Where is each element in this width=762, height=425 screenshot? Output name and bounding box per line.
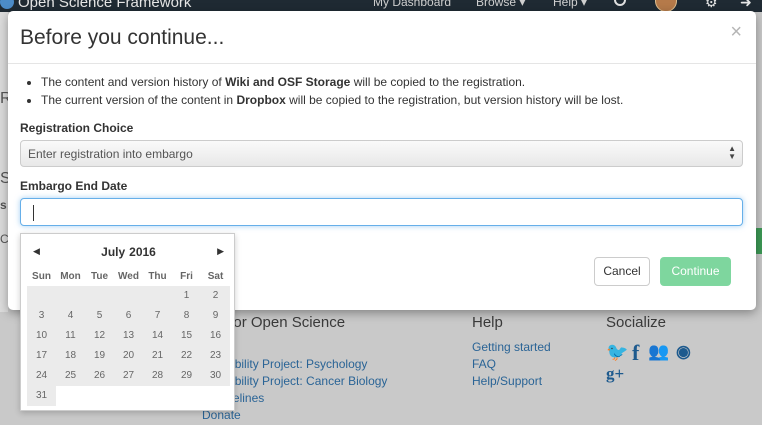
nav-browse[interactable]: Browse ▾ <box>476 0 525 9</box>
osf-logo-icon[interactable] <box>0 0 14 9</box>
datepicker-month-year: July 2016 <box>21 245 236 259</box>
calendar-day[interactable]: 28 <box>143 366 172 386</box>
calendar-day[interactable]: 24 <box>27 366 56 386</box>
footer-help-title: Help <box>472 314 503 331</box>
calendar-day[interactable]: 8 <box>172 306 201 326</box>
group-icon[interactable]: 👥 <box>648 342 669 362</box>
calendar-blank <box>56 386 85 406</box>
weekday-label: Thu <box>148 271 167 282</box>
calendar-day[interactable]: 26 <box>85 366 114 386</box>
calendar-day[interactable]: 9 <box>201 306 230 326</box>
nav-my-dashboard[interactable]: My Dashboard <box>373 0 451 9</box>
next-month-icon[interactable]: ▶ <box>217 246 224 257</box>
calendar-day[interactable]: 27 <box>114 366 143 386</box>
calendar-day[interactable]: 7 <box>143 306 172 326</box>
calendar-empty-cell <box>143 286 172 306</box>
github-icon[interactable]: ◉ <box>676 342 691 362</box>
calendar-day[interactable]: 10 <box>27 326 56 346</box>
weekday-label: Wed <box>118 271 139 282</box>
close-icon[interactable]: × <box>730 21 742 44</box>
calendar-day[interactable]: 21 <box>143 346 172 366</box>
embargo-end-date-input[interactable] <box>20 198 743 226</box>
modal-body: The content and version history of Wiki … <box>20 73 744 226</box>
calendar-day[interactable]: 4 <box>56 306 85 326</box>
registration-choice-value: Enter registration into embargo <box>28 147 193 161</box>
calendar-day[interactable]: 14 <box>143 326 172 346</box>
list-item: The current version of the content in Dr… <box>41 91 744 109</box>
embargo-end-date-label: Embargo End Date <box>20 179 128 193</box>
calendar-day[interactable]: 23 <box>201 346 230 366</box>
calendar-blank <box>85 386 114 406</box>
calendar-day[interactable]: 16 <box>201 326 230 346</box>
datepicker-month[interactable]: July <box>101 245 125 259</box>
registration-choice-label: Registration Choice <box>20 121 134 135</box>
modal-header: Before you continue... × <box>8 11 756 64</box>
calendar-day[interactable]: 19 <box>85 346 114 366</box>
sign-out-icon[interactable]: ➜ <box>740 0 752 11</box>
cancel-button[interactable]: Cancel <box>594 257 650 286</box>
continue-button[interactable]: Continue <box>660 257 731 286</box>
weekday-label: Fri <box>180 271 193 282</box>
calendar-day[interactable]: 3 <box>27 306 56 326</box>
google-plus-icon[interactable]: g+ <box>606 364 624 384</box>
calendar-empty-cell <box>56 286 85 306</box>
background-left-panel <box>0 12 8 312</box>
calendar-day[interactable]: 2 <box>201 286 230 306</box>
weekday-label: Mon <box>60 271 81 282</box>
calendar-day[interactable]: 17 <box>27 346 56 366</box>
calendar-day[interactable]: 11 <box>56 326 85 346</box>
calendar-day[interactable]: 1 <box>172 286 201 306</box>
brand-link[interactable]: Open Science Framework <box>18 0 191 11</box>
footer-socialize-title: Socialize <box>606 314 667 331</box>
footer-link[interactable]: FAQ <box>472 357 496 371</box>
calendar-day[interactable]: 12 <box>85 326 114 346</box>
registration-choice-select[interactable]: Enter registration into embargo ▲ ▼ <box>20 140 743 167</box>
list-item: The content and version history of Wiki … <box>41 73 744 91</box>
info-list: The content and version history of Wiki … <box>20 73 744 109</box>
calendar-day[interactable]: 22 <box>172 346 201 366</box>
footer-link[interactable]: Getting started <box>472 340 551 354</box>
weekday-label: Tue <box>90 271 109 282</box>
calendar-blank <box>201 386 230 406</box>
calendar-blank <box>143 386 172 406</box>
search-icon[interactable] <box>614 0 626 6</box>
datepicker-weekdays: Sun Mon Tue Wed Thu Fri Sat <box>27 271 231 282</box>
gear-icon[interactable]: ⚙ <box>705 0 718 11</box>
calendar-day[interactable]: 29 <box>172 366 201 386</box>
calendar-blank <box>114 386 143 406</box>
calendar-day[interactable]: 5 <box>85 306 114 326</box>
calendar-day[interactable]: 18 <box>56 346 85 366</box>
calendar-empty-cell <box>27 286 56 306</box>
calendar-blank <box>172 386 201 406</box>
facebook-icon[interactable]: f <box>632 340 639 366</box>
calendar-empty-cell <box>114 286 143 306</box>
modal-title: Before you continue... <box>20 26 225 49</box>
twitter-icon[interactable]: 🐦 <box>606 342 628 363</box>
datepicker-year[interactable]: 2016 <box>129 245 156 259</box>
select-arrows-icon: ▲ ▼ <box>728 144 736 161</box>
datepicker-days: 1 2 3 4 5 6 7 8 9 10 11 12 13 14 15 16 17 18 19 20 21 22 23 24 2… <box>27 286 231 406</box>
calendar-day[interactable]: 25 <box>56 366 85 386</box>
weekday-label: Sun <box>32 271 51 282</box>
weekday-label: Sat <box>207 271 224 282</box>
calendar-day[interactable]: 20 <box>114 346 143 366</box>
footer-link[interactable]: Help/Support <box>472 374 542 388</box>
calendar-day[interactable]: 30 <box>201 366 230 386</box>
calendar-day[interactable]: 6 <box>114 306 143 326</box>
datepicker-header: ◀ July 2016 ▶ <box>21 244 236 262</box>
calendar-day[interactable]: 31 <box>27 386 56 406</box>
datepicker: ◀ July 2016 ▶ Sun Mon Tue Wed Thu Fri Sat 12345… <box>20 233 235 411</box>
calendar-day[interactable]: 13 <box>114 326 143 346</box>
text-cursor <box>33 205 34 221</box>
calendar-empty-cell <box>85 286 114 306</box>
background-text: s <box>0 198 7 212</box>
calendar-day[interactable]: 15 <box>172 326 201 346</box>
nav-help[interactable]: Help ▾ <box>553 0 587 9</box>
